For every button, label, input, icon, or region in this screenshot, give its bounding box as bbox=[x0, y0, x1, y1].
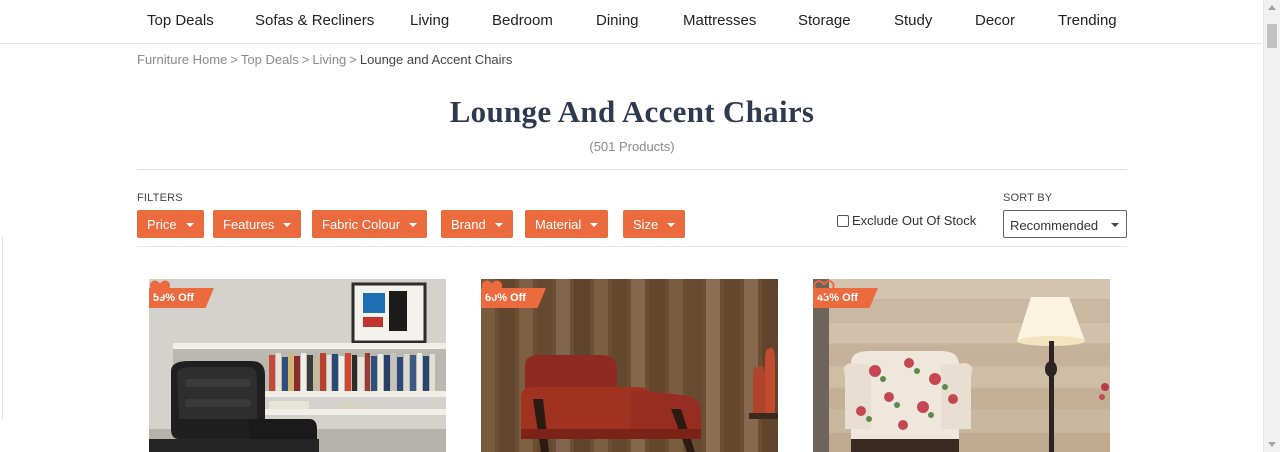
breadcrumb-separator: > bbox=[230, 52, 238, 67]
product-count: (501 Products) bbox=[589, 139, 675, 154]
heart-icon[interactable] bbox=[813, 279, 835, 299]
breadcrumb-current: Lounge and Accent Chairs bbox=[359, 52, 513, 67]
nav-item-study[interactable]: Study bbox=[894, 12, 932, 29]
nav-item-decor[interactable]: Decor bbox=[975, 12, 1015, 29]
breadcrumb: Furniture Home > Top Deals > Living > Lounge a… bbox=[137, 52, 512, 67]
nav-item-storage[interactable]: Storage bbox=[798, 12, 851, 29]
breadcrumb-separator: > bbox=[301, 52, 310, 67]
nav-item-trending[interactable]: Trending bbox=[1058, 12, 1117, 29]
heart-icon[interactable] bbox=[481, 279, 503, 299]
filter-label: Size bbox=[633, 217, 659, 232]
caret-down-icon bbox=[185, 222, 194, 227]
sort-selected-value: Recommended bbox=[1010, 218, 1099, 233]
caret-down-icon bbox=[667, 222, 676, 227]
top-navigation: Top Deals Sofas & Recliners Living Bedro… bbox=[0, 0, 1262, 44]
filter-features-button[interactable]: Features bbox=[213, 210, 302, 238]
product-card[interactable]: 60% Off bbox=[481, 279, 778, 452]
product-card[interactable]: 59% Off bbox=[149, 279, 446, 452]
nav-item-mattresses[interactable]: Mattresses bbox=[683, 12, 756, 29]
caret-down-icon bbox=[1111, 223, 1119, 227]
vertical-scrollbar[interactable] bbox=[1263, 0, 1280, 452]
exclude-out-of-stock-label: Exclude Out Of Stock bbox=[852, 213, 977, 228]
scrollbar-thumb[interactable] bbox=[1267, 24, 1277, 48]
filter-label: Material bbox=[535, 217, 582, 232]
breadcrumb-separator: > bbox=[349, 52, 357, 67]
scroll-up-arrow-icon[interactable] bbox=[1268, 5, 1276, 10]
breadcrumb-link-living[interactable]: Living bbox=[312, 52, 346, 67]
heart-icon[interactable] bbox=[149, 279, 171, 299]
product-card[interactable]: 45% Off bbox=[813, 279, 1110, 452]
nav-item-bedroom[interactable]: Bedroom bbox=[492, 12, 553, 29]
divider bbox=[137, 246, 1127, 247]
caret-down-icon bbox=[494, 222, 503, 227]
filter-label: Fabric Colour bbox=[322, 217, 401, 232]
page-title: Lounge And Accent Chairs bbox=[449, 94, 815, 129]
exclude-out-of-stock-checkbox[interactable] bbox=[837, 214, 849, 227]
filter-price-button[interactable]: Price bbox=[137, 210, 204, 238]
filter-size-button[interactable]: Size bbox=[623, 210, 686, 238]
filters-label: FILTERS bbox=[137, 192, 183, 204]
filter-label: Price bbox=[147, 217, 177, 232]
filter-fabric-colour-button[interactable]: Fabric Colour bbox=[312, 210, 428, 238]
scroll-down-arrow-icon[interactable] bbox=[1268, 442, 1276, 447]
nav-item-top-deals[interactable]: Top Deals bbox=[147, 12, 214, 29]
sort-by-select[interactable]: Recommended bbox=[1003, 210, 1127, 238]
nav-item-living[interactable]: Living bbox=[410, 12, 449, 29]
filter-label: Features bbox=[223, 217, 275, 232]
filter-material-button[interactable]: Material bbox=[525, 210, 609, 238]
side-panel-edge bbox=[0, 236, 3, 420]
sort-by-label: SORT BY bbox=[1003, 192, 1053, 204]
caret-down-icon bbox=[283, 222, 292, 227]
breadcrumb-link-furniture-home[interactable]: Furniture Home bbox=[137, 52, 227, 67]
caret-down-icon bbox=[409, 222, 418, 227]
breadcrumb-link-top-deals[interactable]: Top Deals bbox=[241, 52, 299, 67]
exclude-out-of-stock[interactable]: Exclude Out Of Stock bbox=[837, 213, 976, 228]
divider bbox=[137, 169, 1127, 170]
filter-label: Brand bbox=[451, 217, 486, 232]
caret-down-icon bbox=[590, 222, 599, 227]
filter-brand-button[interactable]: Brand bbox=[441, 210, 513, 238]
nav-item-sofas-recliners[interactable]: Sofas & Recliners bbox=[255, 12, 374, 29]
nav-item-dining[interactable]: Dining bbox=[596, 12, 639, 29]
